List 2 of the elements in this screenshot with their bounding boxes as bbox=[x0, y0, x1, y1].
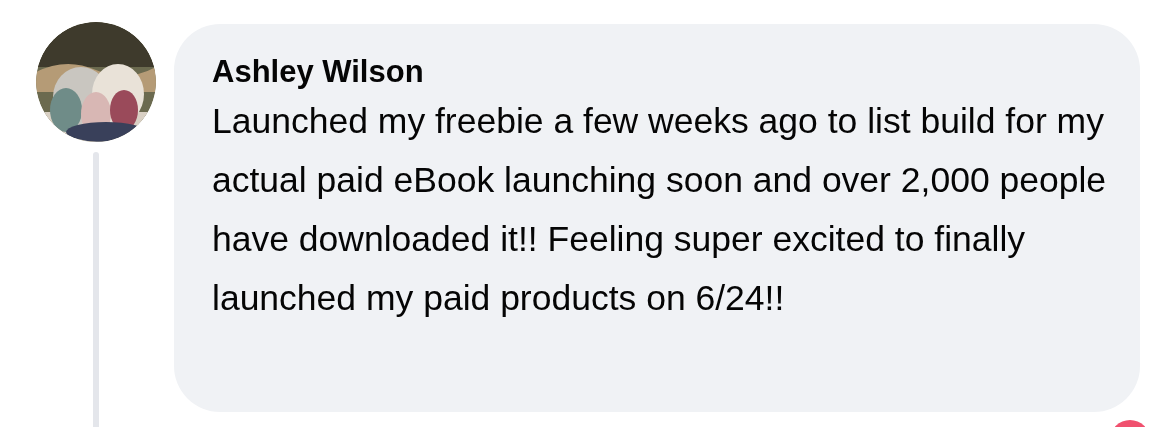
comment-text: Launched my freebie a few weeks ago to list build for my actual paid eBook launching soon and over 2,000 people have downloaded it!! Feeling super excited to finally launched my paid products on 6/24!! bbox=[212, 100, 1108, 320]
author-name[interactable]: Ashley Wilson bbox=[212, 52, 1110, 92]
